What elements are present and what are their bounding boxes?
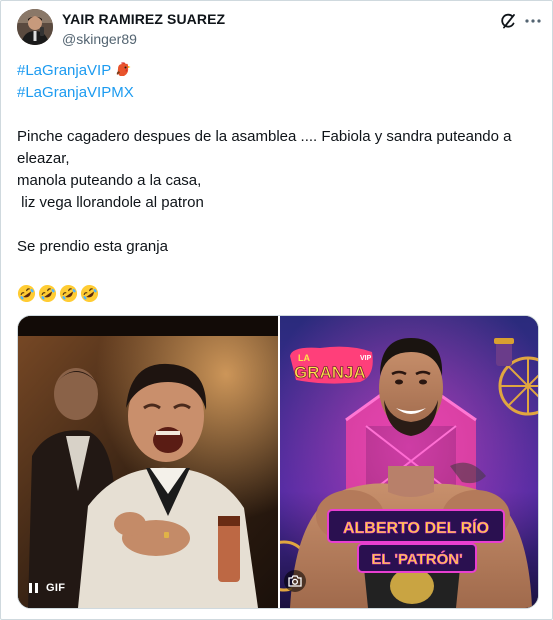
gif-media[interactable]: GIF — [18, 316, 278, 608]
tweet-line: liz vega llorandole al patron — [17, 194, 204, 211]
image-media[interactable]: LA GRANJA VIP ALBERTO DEL RÍO EL 'PATRÓN… — [280, 316, 538, 608]
tweet-card[interactable]: YAIR RAMIREZ SUAREZ @skinger89 #LaGranja… — [0, 0, 553, 620]
tweet-line: Se prendio esta granja — [17, 238, 168, 255]
banner-title: EL 'PATRÓN' — [371, 550, 462, 568]
hashtag-link[interactable]: #LaGranjaVIP — [17, 62, 111, 79]
hashtag-link[interactable]: #LaGranjaVIPMX — [17, 84, 134, 101]
gif-badge: GIF — [46, 582, 66, 594]
gif-controls: GIF — [26, 578, 65, 598]
camera-icon[interactable] — [284, 570, 306, 592]
display-name[interactable]: YAIR RAMIREZ SUAREZ — [62, 11, 225, 28]
rolling-on-floor-laughing-emoji — [59, 284, 78, 303]
tweet-line: Pinche cagadero despues de la asamblea .… — [17, 128, 512, 145]
more-options-icon[interactable] — [522, 11, 544, 31]
emoji-row — [17, 282, 543, 304]
pause-icon[interactable] — [26, 581, 40, 595]
svg-text:LA: LA — [298, 353, 310, 363]
media-grid: GIF LA GRANJA VIP ALBERTO DEL RÍO EL 'PA… — [17, 315, 539, 609]
tweet-header: YAIR RAMIREZ SUAREZ @skinger89 — [17, 7, 541, 49]
tweet-line: eleazar, — [17, 150, 70, 167]
rolling-on-floor-laughing-emoji — [17, 284, 36, 303]
avatar[interactable] — [17, 9, 53, 45]
banner-name: ALBERTO DEL RÍO — [343, 518, 489, 537]
rolling-on-floor-laughing-emoji — [38, 284, 57, 303]
author-names: YAIR RAMIREZ SUAREZ @skinger89 — [62, 11, 225, 48]
svg-text:GRANJA: GRANJA — [294, 363, 366, 382]
svg-text:VIP: VIP — [360, 355, 372, 362]
rolling-on-floor-laughing-emoji — [80, 284, 99, 303]
tweet-line: manola puteando a la casa, — [17, 172, 202, 189]
handle[interactable]: @skinger89 — [62, 30, 225, 48]
tweet-text: #LaGranjaVIP #LaGranjaVIPMX Pinche cagad… — [17, 60, 543, 304]
grok-icon[interactable] — [498, 11, 518, 31]
